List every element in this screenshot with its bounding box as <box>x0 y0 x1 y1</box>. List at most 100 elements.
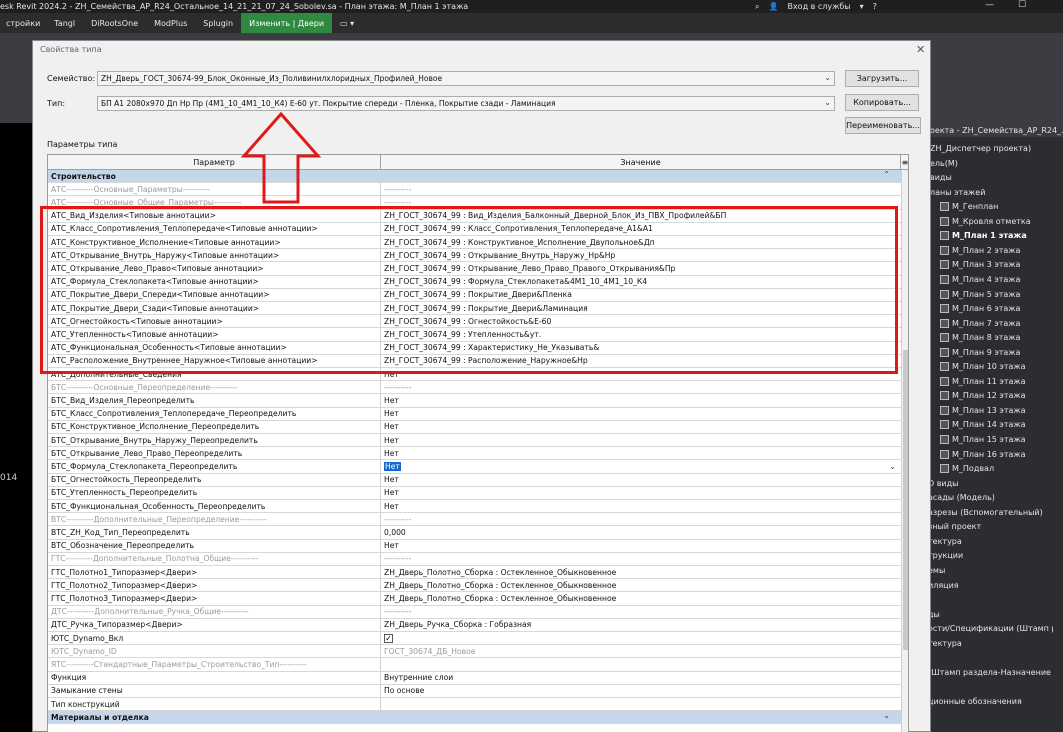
browser-tree-item[interactable]: М_Генплан <box>940 200 998 213</box>
browser-tree-item[interactable]: М_План 11 этажа <box>940 375 1026 388</box>
value-cell[interactable]: Нет <box>381 474 901 486</box>
column-header-value[interactable]: Значение <box>381 155 901 170</box>
tab-tangl[interactable]: Tangl <box>46 13 83 33</box>
tab-settings[interactable]: стройки <box>0 13 46 33</box>
value-cell[interactable]: По основе <box>381 685 901 697</box>
table-row[interactable]: БТС_Функциональная_Особенность_Переопред… <box>48 500 901 514</box>
table-row[interactable]: Замыкание стены По основе <box>48 684 901 698</box>
tab-dirootsone[interactable]: DiRootsOne <box>83 13 146 33</box>
table-row[interactable]: АТС----------Основные_Параметры---------… <box>48 183 901 197</box>
type-combo[interactable]: БП А1 2080х970 Дп Нр Пр (4М1_10_4М1_10_К… <box>97 96 835 111</box>
browser-tree-item[interactable]: М_План 6 этажа <box>940 302 1020 315</box>
table-row[interactable]: ЯТС----------Стандартные_Параметры_Строи… <box>48 658 901 672</box>
value-cell[interactable]: ✓ <box>381 632 901 644</box>
browser-tree-item[interactable]: М_План 10 этажа <box>940 360 1026 373</box>
table-row[interactable]: БТС_Утепленность_Переопределить Нет <box>48 486 901 500</box>
selected-value[interactable]: Нет <box>384 461 401 471</box>
browser-tree-item[interactable]: М_План 12 этажа <box>940 389 1026 402</box>
value-cell[interactable]: ---------- <box>381 553 901 565</box>
browser-tree-item[interactable]: М_План 3 этажа <box>940 258 1020 271</box>
grid-scrollbar[interactable] <box>901 170 908 732</box>
table-row[interactable]: ГТС_Полотно3_Типоразмер<Двери> ZH_Дверь_П… <box>48 592 901 606</box>
table-row[interactable]: ГТС----------Дополнительные_Полотна_Общи… <box>48 552 901 566</box>
chevron-down-icon[interactable]: ⌄ <box>889 462 896 471</box>
value-cell[interactable]: Нет <box>381 487 901 499</box>
drawing-canvas[interactable]: 014 <box>0 123 32 732</box>
value-cell[interactable]: Нет <box>381 500 901 512</box>
value-cell[interactable]: ---------- <box>381 381 901 393</box>
browser-tree-item[interactable]: зный проект <box>928 520 981 533</box>
group-row[interactable]: Строительство ⌃ <box>48 170 901 184</box>
value-cell[interactable]: ---------- <box>381 183 901 195</box>
value-cell[interactable]: Внутренние слои <box>381 672 901 684</box>
browser-tree-item[interactable]: М_План 4 этажа <box>940 273 1020 286</box>
value-cell[interactable]: ---------- <box>381 606 901 618</box>
browser-tree-item[interactable]: трукции <box>928 549 963 562</box>
browser-tree-item[interactable]: ель(М) <box>930 157 958 170</box>
browser-tree-item[interactable]: тектура <box>928 535 962 548</box>
checkbox[interactable]: ✓ <box>384 633 393 643</box>
column-header-parameter[interactable]: Параметр <box>48 155 381 170</box>
browser-tree-item[interactable]: ости/Спецификации (Штамп р <box>928 622 1057 635</box>
maximize-icon[interactable]: ☐ <box>1018 0 1026 10</box>
table-row[interactable]: БТС_Класс_Сопротивления_Теплопередаче_Пе… <box>48 407 901 421</box>
copy-button[interactable]: Копировать... <box>845 94 919 111</box>
table-row[interactable]: БТС_Открывание_Лево_Право_Переопределить… <box>48 447 901 461</box>
cart-icon[interactable]: ▾ <box>860 2 864 11</box>
help-icon[interactable]: ? <box>873 2 877 11</box>
table-row[interactable]: ЮТС_Dynamo_Вкл ✓ <box>48 632 901 646</box>
value-cell[interactable]: Нет <box>381 408 901 420</box>
table-row[interactable]: ДТС_Ручка_Типоразмер<Двери> ZH_Дверь_Ручк… <box>48 618 901 632</box>
project-browser-scrollbar[interactable] <box>1053 143 1061 723</box>
browser-tree-item[interactable]: ционные обозначения <box>928 695 1022 708</box>
value-cell[interactable]: Нет <box>381 447 901 459</box>
value-cell[interactable] <box>381 698 901 710</box>
browser-tree-item[interactable]: (Штамп раздела-Назначение <box>928 666 1051 679</box>
family-combo[interactable]: ZH_Дверь_ГОСТ_30674-99_Блок_Оконные_Из_П… <box>97 71 835 86</box>
table-row[interactable]: БТС_Открывание_Внутрь_Наружу_Переопредел… <box>48 434 901 448</box>
ribbon-options-icon[interactable]: ▭ ▾ <box>332 13 362 33</box>
table-row[interactable]: ГТС_Полотно1_Типоразмер<Двери> ZH_Дверь_П… <box>48 566 901 580</box>
table-row[interactable]: Функция Внутренние слои <box>48 671 901 685</box>
value-cell[interactable]: ГОСТ_30674_ДБ_Новое <box>381 645 901 657</box>
value-cell[interactable]: 0,000 <box>381 526 901 538</box>
table-row[interactable]: ЮТС_Dynamo_ID ГОСТ_30674_ДБ_Новое <box>48 645 901 659</box>
load-button[interactable]: Загрузить... <box>845 70 919 87</box>
table-row[interactable]: БТС_Вид_Изделия_Переопределить Нет <box>48 394 901 408</box>
login-link[interactable]: Вход в службы <box>787 2 850 11</box>
close-icon[interactable]: ✕ <box>916 43 925 56</box>
table-row[interactable]: ДТС----------Дополнительные_Ручка_Общие-… <box>48 605 901 619</box>
collapse-icon[interactable]: ⌄ <box>883 711 890 720</box>
browser-tree-item[interactable]: М_Кровля отметка <box>940 215 1031 228</box>
scrollbar-thumb[interactable] <box>903 350 908 650</box>
value-cell[interactable]: ZH_Дверь_Полотно_Сборка : Остекленное_Об… <box>381 566 901 578</box>
minimize-icon[interactable]: — <box>985 0 994 10</box>
group-row[interactable]: Материалы и отделка ⌄ <box>48 711 901 725</box>
value-cell[interactable]: ZH_Дверь_Полотно_Сборка : Остекленное_Об… <box>381 579 901 591</box>
browser-tree-item[interactable]: М_План 16 этажа <box>940 448 1026 461</box>
value-cell[interactable]: ZH_Дверь_Ручка_Сборка : Гобразная <box>381 619 901 631</box>
table-row[interactable]: ГТС_Полотно2_Типоразмер<Двери> ZH_Дверь_П… <box>48 579 901 593</box>
browser-tree-item[interactable]: асады (Модель) <box>928 491 995 504</box>
user-icon[interactable]: 👤 <box>768 2 778 11</box>
header-menu-icon[interactable]: ≡ <box>901 155 908 170</box>
value-cell[interactable]: Нет <box>381 421 901 433</box>
browser-tree-item[interactable]: М_План 8 этажа <box>940 331 1020 344</box>
value-cell[interactable] <box>381 658 901 670</box>
tab-splugin[interactable]: Splugin <box>195 13 241 33</box>
table-row[interactable]: ВТС_Обозначение_Переопределить Нет <box>48 539 901 553</box>
browser-tree-item[interactable]: М_План 15 этажа <box>940 433 1026 446</box>
browser-tree-item[interactable]: ланы этажей <box>930 186 985 199</box>
value-cell[interactable]: Нет <box>381 540 901 552</box>
help-search-icon[interactable]: ⌕ <box>755 2 759 12</box>
table-row[interactable]: БТС_Формула_Стеклопакета_Переопределить Н… <box>48 460 901 474</box>
browser-tree-item[interactable]: М_План 7 этажа <box>940 317 1020 330</box>
browser-tree-item[interactable]: тектура <box>928 637 962 650</box>
browser-tree-item[interactable]: виды <box>930 171 952 184</box>
browser-tree-item[interactable]: ZH_Диспетчер проекта) <box>930 142 1031 155</box>
browser-tree-item[interactable]: D виды <box>928 477 958 490</box>
value-cell[interactable]: ---------- <box>381 513 901 525</box>
browser-tree-item[interactable]: М_План 1 этажа <box>940 229 1027 242</box>
browser-tree-item[interactable]: М_Подвал <box>940 462 994 475</box>
table-row[interactable]: БТС_Конструктивное_Исполнение_Переопреде… <box>48 420 901 434</box>
